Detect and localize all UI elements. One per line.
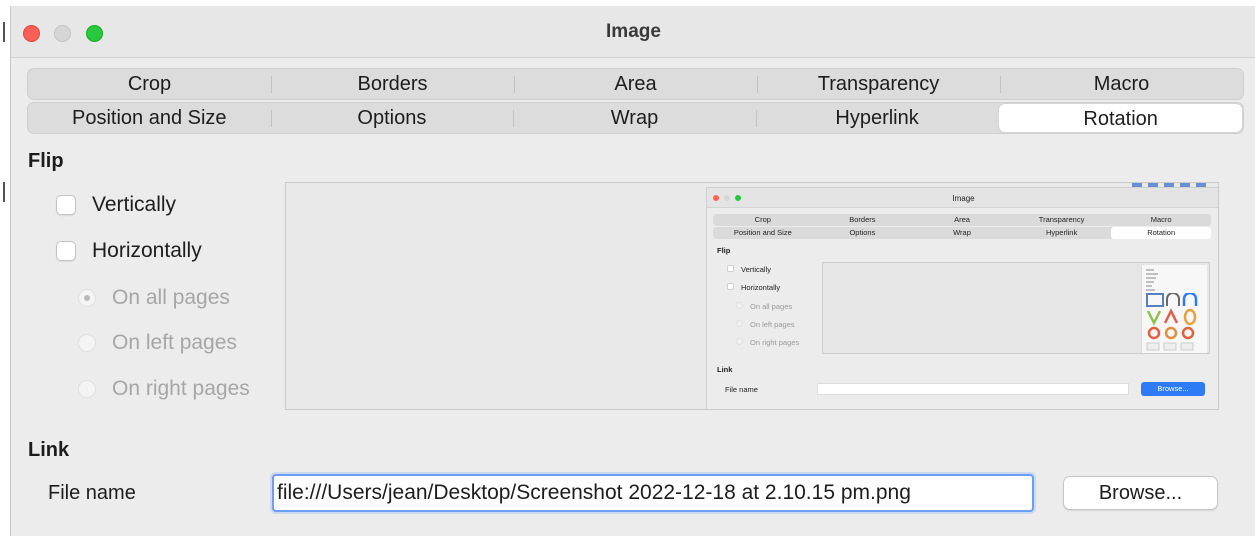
radio-on-left-pages[interactable]: On left pages (78, 331, 237, 355)
mini-title-bar: Image (707, 188, 1218, 208)
radio-button[interactable] (78, 334, 96, 352)
mini-tab-row-1: Crop Borders Area Transparency Macro (713, 214, 1211, 226)
mini-window-title: Image (952, 194, 975, 203)
mini-preview (822, 262, 1210, 354)
mini-checkbox (727, 283, 734, 290)
mini-shapes-icon (1146, 293, 1198, 351)
radio-on-all-pages[interactable]: On all pages (78, 286, 230, 310)
mini-link-title: Link (717, 365, 733, 374)
mini-vertically: Vertically (741, 265, 772, 274)
tab-wrap[interactable]: Wrap (513, 103, 756, 133)
mini-tab: Hyperlink (1045, 228, 1078, 237)
mini-radio (736, 338, 743, 345)
mini-tab: Area (954, 215, 970, 224)
mini-tab: Macro (1150, 215, 1172, 224)
tab-rotation[interactable]: Rotation (999, 104, 1242, 132)
mini-file-label: File name (725, 385, 758, 394)
radio-button-selected[interactable] (78, 289, 96, 307)
tab-options[interactable]: Options (270, 103, 514, 133)
mini-tab: Wrap (953, 228, 971, 237)
mini-on-all: On all pages (750, 302, 793, 311)
window-title: Image (606, 21, 661, 42)
thumb-line (1146, 269, 1154, 271)
tab-crop[interactable]: Crop (28, 69, 271, 99)
mini-tab: Crop (754, 215, 771, 224)
mini-radio (736, 302, 743, 309)
mini-horizontally: Horizontally (741, 283, 781, 292)
flip-horizontally-checkbox[interactable] (56, 241, 76, 261)
radio-label: On all pages (112, 286, 230, 309)
flip-vertically-label: Vertically (92, 193, 177, 216)
mini-browse-button: Browse... (1141, 382, 1205, 396)
tab-area[interactable]: Area (514, 69, 757, 99)
mini-tab-active: Rotation (1111, 227, 1211, 239)
mini-on-right: On right pages (750, 338, 800, 347)
flip-vertically-option[interactable]: Vertically (56, 193, 176, 217)
thumb-line (1146, 281, 1154, 283)
mini-tab-row-2: Position and Size Options Wrap Hyperlink… (713, 227, 1211, 239)
file-name-input[interactable] (272, 474, 1034, 512)
link-section-title: Link (28, 439, 70, 461)
radio-label: On left pages (112, 331, 237, 354)
radio-button[interactable] (78, 380, 96, 398)
tab-hyperlink[interactable]: Hyperlink (755, 103, 999, 133)
title-bar: Image (11, 6, 1255, 58)
mini-radio (736, 320, 743, 327)
background-window-edge (0, 0, 10, 536)
image-preview: Image Crop Borders Area Transparency Mac… (285, 182, 1219, 410)
mini-tab: Position and Size (733, 228, 792, 237)
flip-vertically-checkbox[interactable] (56, 195, 76, 215)
tab-borders[interactable]: Borders (271, 69, 514, 99)
thumb-line (1146, 277, 1156, 279)
mini-file-field (817, 383, 1129, 395)
tab-bar-row-2: Position and Size Options Wrap Hyperlink… (27, 102, 1244, 134)
file-name-label: File name (48, 482, 136, 504)
radio-label: On right pages (112, 377, 250, 400)
preview-mini-dialog: Image Crop Borders Area Transparency Mac… (706, 187, 1218, 409)
mini-flip-title: Flip (717, 246, 731, 255)
flip-horizontally-label: Horizontally (92, 239, 202, 262)
mini-thumbnail (1141, 265, 1207, 353)
flip-horizontally-option[interactable]: Horizontally (56, 239, 202, 263)
tab-macro[interactable]: Macro (1000, 69, 1243, 99)
thumb-line (1146, 289, 1155, 291)
mini-tab: Options (849, 228, 876, 237)
mini-tab: Transparency (1038, 215, 1085, 224)
tab-position-and-size[interactable]: Position and Size (28, 103, 271, 133)
flip-section-title: Flip (28, 150, 64, 172)
tab-transparency[interactable]: Transparency (757, 69, 1000, 99)
edge-mark (3, 22, 5, 42)
mini-checkbox (727, 265, 734, 272)
mini-tab: Borders (849, 215, 876, 224)
thumb-line (1146, 285, 1152, 287)
browse-button[interactable]: Browse... (1063, 476, 1218, 510)
edge-mark (3, 182, 5, 202)
radio-on-right-pages[interactable]: On right pages (78, 377, 250, 401)
mini-on-left: On left pages (750, 320, 795, 329)
tab-bar-row-1: Crop Borders Area Transparency Macro (27, 68, 1244, 100)
thumb-line (1146, 273, 1158, 275)
